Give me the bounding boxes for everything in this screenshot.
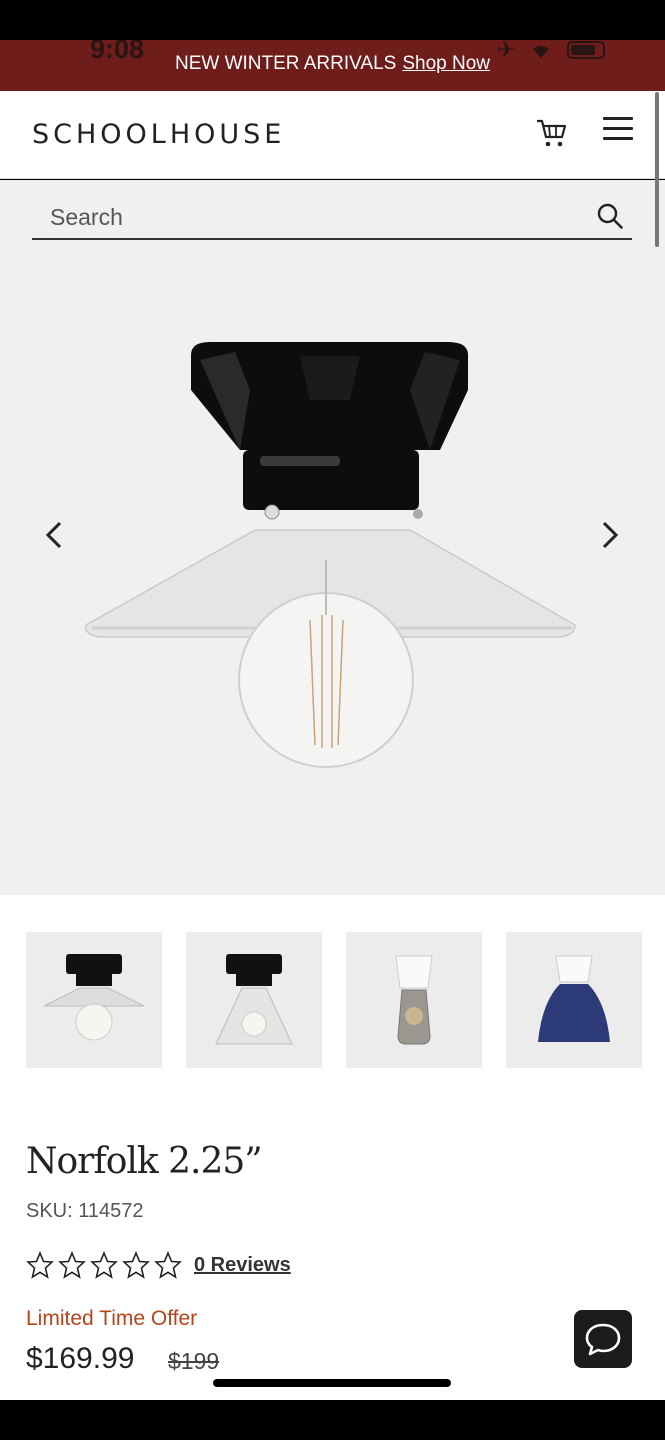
limited-offer-label: Limited Time Offer [26, 1307, 198, 1330]
home-indicator [213, 1379, 451, 1387]
next-image-chevron-icon[interactable] [596, 515, 626, 555]
product-image [85, 342, 576, 768]
previous-image-chevron-icon[interactable] [40, 515, 70, 555]
shop-now-link[interactable]: Shop Now [402, 53, 490, 74]
star-icon [26, 1251, 54, 1279]
hamburger-menu-icon[interactable] [603, 117, 633, 147]
star-icon [122, 1251, 150, 1279]
top-black-bar [0, 0, 665, 40]
rating-row: 0 Reviews [26, 1251, 291, 1279]
thumbnail-2[interactable] [186, 932, 322, 1068]
search-input[interactable] [32, 198, 582, 236]
search-icon[interactable] [596, 202, 624, 230]
logo[interactable]: SCHOOLHOUSE [32, 119, 285, 150]
star-icon [58, 1251, 86, 1279]
thumbnail-strip [26, 932, 642, 1068]
star-icon [154, 1251, 182, 1279]
star-icon [90, 1251, 118, 1279]
thumbnail-3[interactable] [346, 932, 482, 1068]
site-header: SCHOOLHOUSE [0, 91, 665, 179]
thumbnail-4[interactable] [506, 932, 642, 1068]
search-field [32, 198, 632, 240]
promo-message: NEW WINTER ARRIVALS [174, 53, 397, 74]
original-price: $199 [168, 1348, 220, 1374]
product-sku: SKU: 114572 [26, 1200, 144, 1222]
scrollbar[interactable] [655, 92, 659, 247]
chat-button[interactable] [574, 1310, 632, 1368]
cart-icon[interactable] [534, 115, 570, 151]
promo-banner: 9:08 ✈ NEW WINTER ARRIVALS Shop Now [0, 40, 665, 91]
chat-bubble-icon [585, 1323, 621, 1356]
product-image-carousel[interactable] [0, 260, 665, 895]
sale-price: $169.99 [26, 1342, 135, 1375]
product-details: Norfolk 2.25” SKU: 114572 0 Reviews Limi… [0, 895, 665, 1400]
thumbnail-1[interactable] [26, 932, 162, 1068]
reviews-link[interactable]: 0 Reviews [194, 1254, 291, 1277]
search-bar-area [0, 180, 665, 260]
product-title: Norfolk 2.25” [26, 1141, 263, 1182]
star-rating[interactable] [26, 1251, 182, 1279]
promo-text: NEW WINTER ARRIVALS Shop Now [0, 53, 665, 75]
bottom-black-bar [0, 1400, 665, 1440]
